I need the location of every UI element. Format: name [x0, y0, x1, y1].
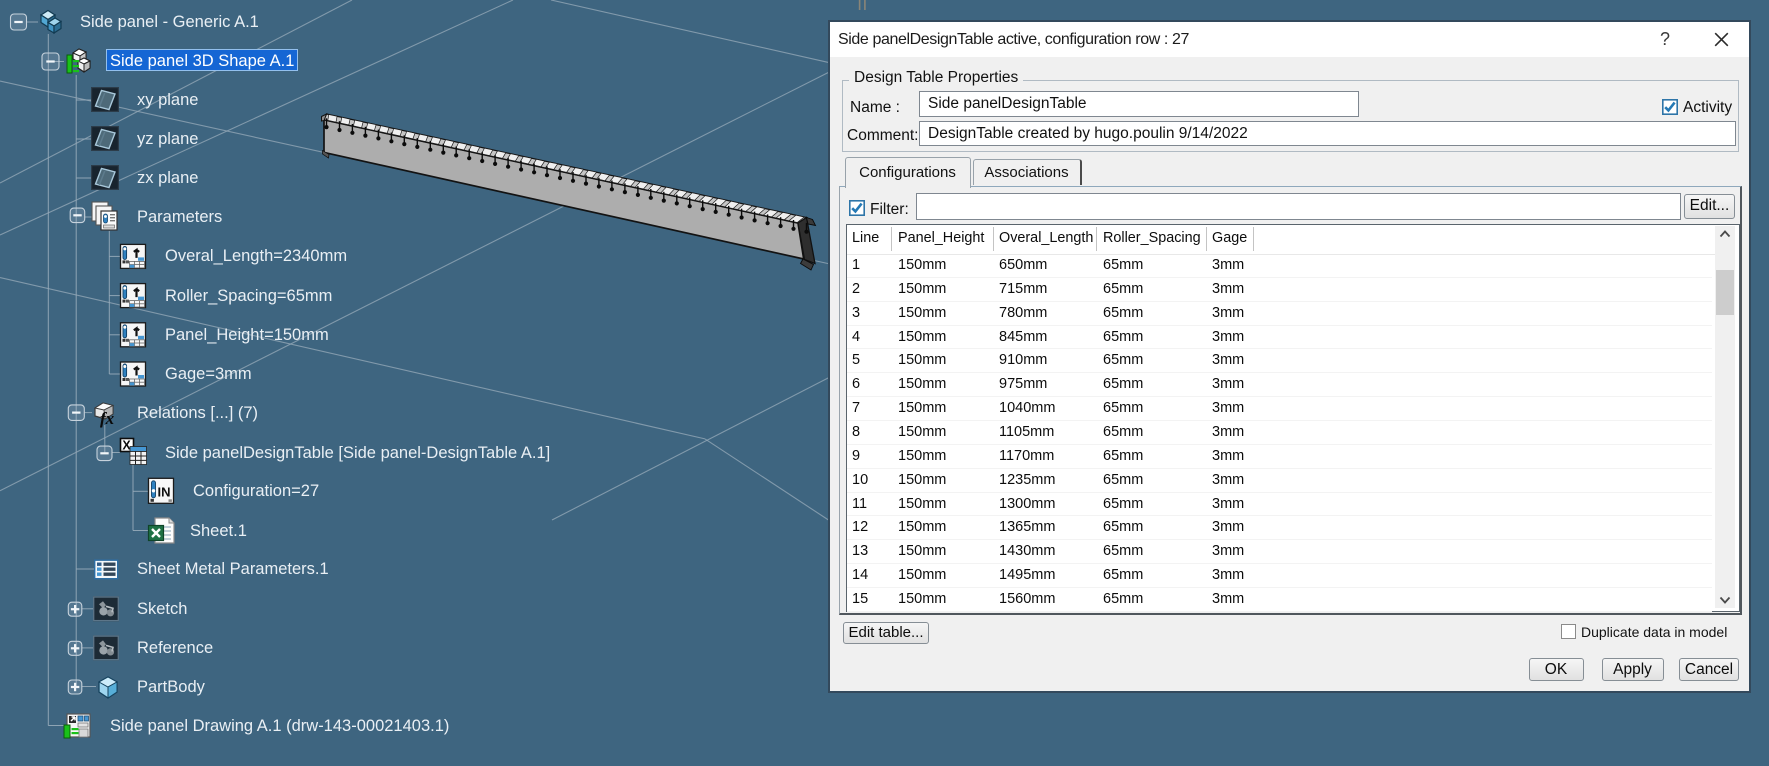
- svg-text:IN: IN: [158, 484, 171, 499]
- svg-text:fx: fx: [100, 409, 115, 428]
